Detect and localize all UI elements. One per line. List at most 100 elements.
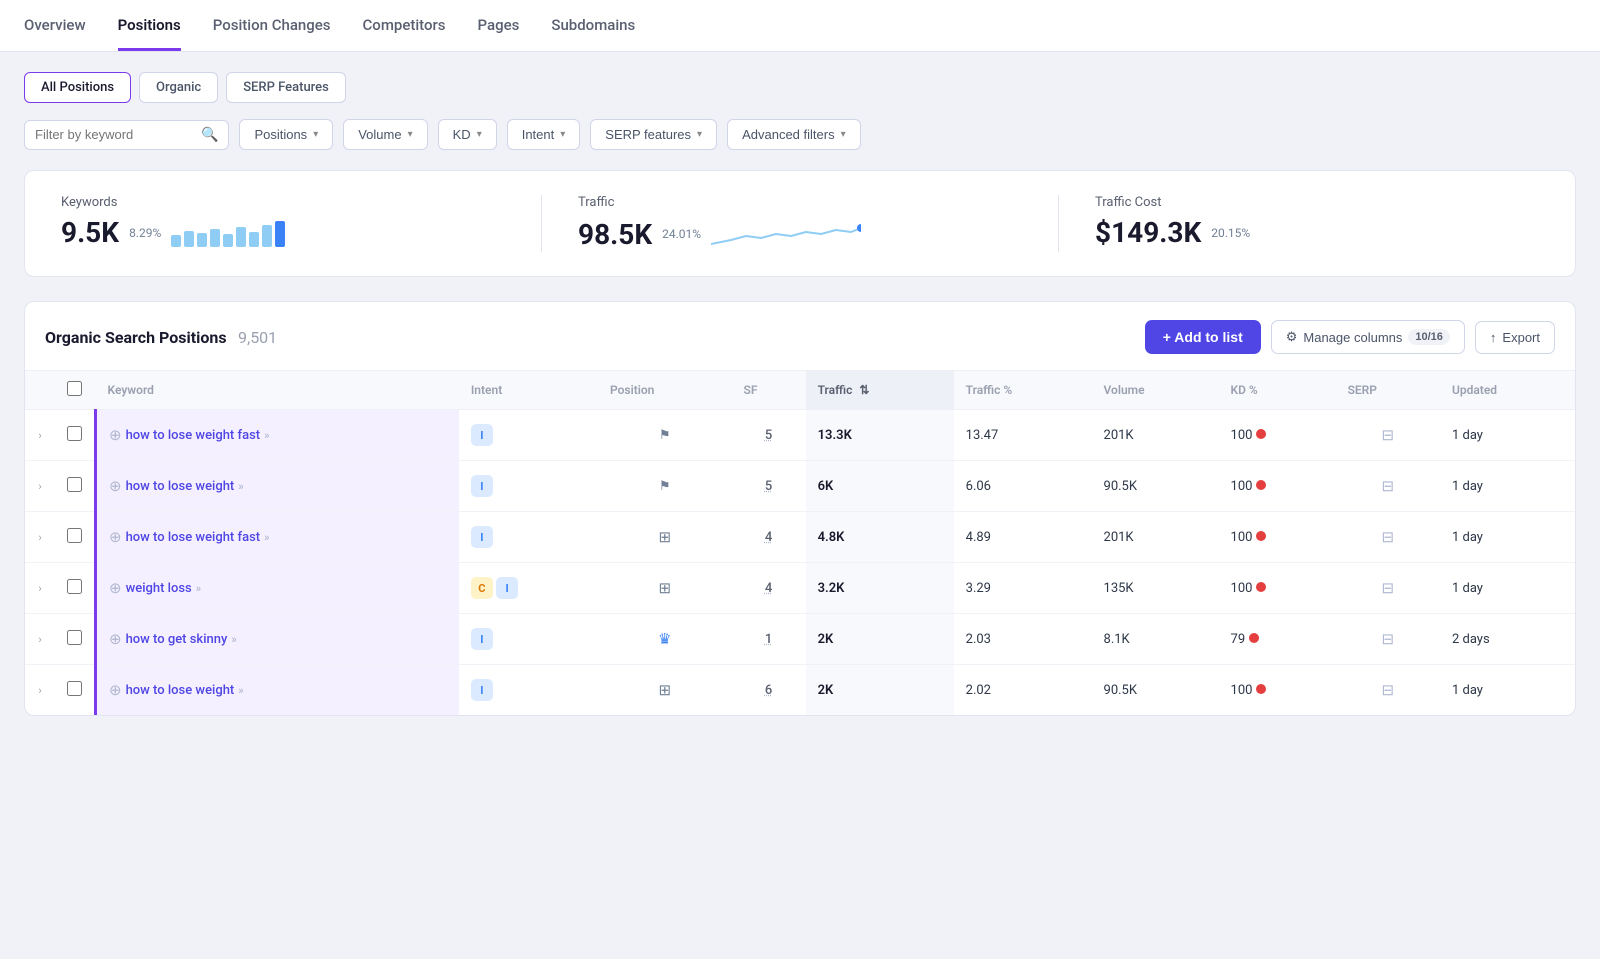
sf-cell: 1 [732,614,806,665]
keyword-link[interactable]: ⊕ how to lose weight fast » [109,426,447,444]
keyword-navigate-icon[interactable]: » [264,429,269,442]
intent-cell: I [459,512,598,563]
tab-organic[interactable]: Organic [139,72,218,103]
traffic-pct-cell: 13.47 [954,410,1092,461]
intent-badge-i: I [496,577,518,599]
table-row: › ⊕ weight loss » C I⊞43.2K3.29135K100⊟1… [25,563,1575,614]
nav-positions[interactable]: Positions [118,0,181,51]
add-keyword-icon[interactable]: ⊕ [109,579,122,597]
nav-overview[interactable]: Overview [24,0,86,51]
serp-icon[interactable]: ⊟ [1381,477,1394,495]
traffic-pct-cell: 2.03 [954,614,1092,665]
row-checkbox[interactable] [67,681,82,696]
expand-row-arrow[interactable]: › [38,582,41,595]
sort-icon[interactable]: ⇅ [859,383,869,397]
serp-icon[interactable]: ⊟ [1381,630,1394,648]
sf-cell: 5 [732,410,806,461]
keyword-cell: ⊕ how to lose weight » [96,461,459,512]
serp-features-dropdown[interactable]: SERP features ▾ [590,119,717,150]
stats-row: Keywords 9.5K 8.29% [24,170,1576,277]
keyword-navigate-icon[interactable]: » [196,582,201,595]
row-checkbox[interactable] [67,579,82,594]
traffic-pct-cell: 6.06 [954,461,1092,512]
position-cell: ⚑ [598,461,732,512]
sf-flag-icon: ⚑ [659,479,671,494]
keyword-link[interactable]: ⊕ how to lose weight » [109,681,447,699]
columns-badge: 10/16 [1408,329,1450,345]
filter-bar: 🔍 Positions ▾ Volume ▾ KD ▾ Intent ▾ SER… [24,119,1576,150]
search-box[interactable]: 🔍 [24,120,229,150]
add-to-list-button[interactable]: + Add to list [1145,320,1261,354]
traffic-cell: 3.2K [806,563,954,614]
expand-row-arrow[interactable]: › [38,480,41,493]
chevron-down-icon: ▾ [477,129,482,140]
select-all-checkbox[interactable] [67,381,82,396]
export-button[interactable]: ↑ Export [1475,321,1555,354]
volume-dropdown[interactable]: Volume ▾ [343,119,427,150]
stat-traffic-label: Traffic [578,195,1022,210]
kd-dot [1256,582,1266,592]
add-keyword-icon[interactable]: ⊕ [109,681,122,699]
manage-columns-button[interactable]: ⚙ Manage columns 10/16 [1271,320,1465,354]
expand-row-arrow[interactable]: › [38,684,41,697]
keyword-navigate-icon[interactable]: » [264,531,269,544]
keyword-link[interactable]: ⊕ how to get skinny » [109,630,447,648]
traffic-cell: 2K [806,665,954,716]
add-keyword-icon[interactable]: ⊕ [109,528,122,546]
keyword-navigate-icon[interactable]: » [238,684,243,697]
add-keyword-icon[interactable]: ⊕ [109,426,122,444]
row-checkbox[interactable] [67,477,82,492]
nav-competitors[interactable]: Competitors [363,0,446,51]
keywords-bar-chart [171,219,285,247]
nav-pages[interactable]: Pages [478,0,520,51]
tab-all-positions[interactable]: All Positions [24,72,131,103]
tab-serp-features[interactable]: SERP Features [226,72,346,103]
expand-row-arrow[interactable]: › [38,531,41,544]
table-title: Organic Search Positions [45,328,227,347]
kd-dropdown[interactable]: KD ▾ [438,119,497,150]
keyword-navigate-icon[interactable]: » [238,480,243,493]
keyword-link[interactable]: ⊕ how to lose weight » [109,477,447,495]
updated-cell: 1 day [1440,563,1575,614]
row-checkbox[interactable] [67,630,82,645]
intent-cell: I [459,410,598,461]
expand-row-arrow[interactable]: › [38,429,41,442]
volume-cell: 201K [1092,410,1219,461]
intent-badge-i: I [471,475,493,497]
top-navigation: Overview Positions Position Changes Comp… [0,0,1600,52]
traffic-cell: 4.8K [806,512,954,563]
row-checkbox[interactable] [67,528,82,543]
nav-position-changes[interactable]: Position Changes [213,0,331,51]
volume-cell: 201K [1092,512,1219,563]
col-kd: KD % [1219,371,1336,410]
col-intent: Intent [459,371,598,410]
expand-row-arrow[interactable]: › [38,633,41,646]
positions-table-section: Organic Search Positions 9,501 + Add to … [24,301,1576,716]
serp-icon[interactable]: ⊟ [1381,579,1394,597]
keyword-navigate-icon[interactable]: » [231,633,236,646]
serp-icon[interactable]: ⊟ [1381,426,1394,444]
search-input[interactable] [35,127,195,142]
add-keyword-icon[interactable]: ⊕ [109,477,122,495]
row-checkbox[interactable] [67,426,82,441]
add-keyword-icon[interactable]: ⊕ [109,630,122,648]
kd-cell: 100 [1219,461,1336,512]
position-number: 4 [765,581,772,596]
intent-dropdown[interactable]: Intent ▾ [507,119,581,150]
advanced-filters-dropdown[interactable]: Advanced filters ▾ [727,119,861,150]
intent-badge-i: I [471,679,493,701]
keyword-link[interactable]: ⊕ weight loss » [109,579,447,597]
keyword-cell: ⊕ weight loss » [96,563,459,614]
kd-dot [1249,633,1259,643]
traffic-cell: 6K [806,461,954,512]
nav-subdomains[interactable]: Subdomains [551,0,635,51]
table-header: Organic Search Positions 9,501 + Add to … [25,302,1575,371]
intent-cell: C I [459,563,598,614]
serp-icon[interactable]: ⊟ [1381,681,1394,699]
kd-cell: 100 [1219,512,1336,563]
updated-cell: 1 day [1440,512,1575,563]
keyword-link[interactable]: ⊕ how to lose weight fast » [109,528,447,546]
serp-icon[interactable]: ⊟ [1381,528,1394,546]
positions-dropdown[interactable]: Positions ▾ [239,119,333,150]
stat-traffic: Traffic 98.5K 24.01% [542,195,1059,252]
